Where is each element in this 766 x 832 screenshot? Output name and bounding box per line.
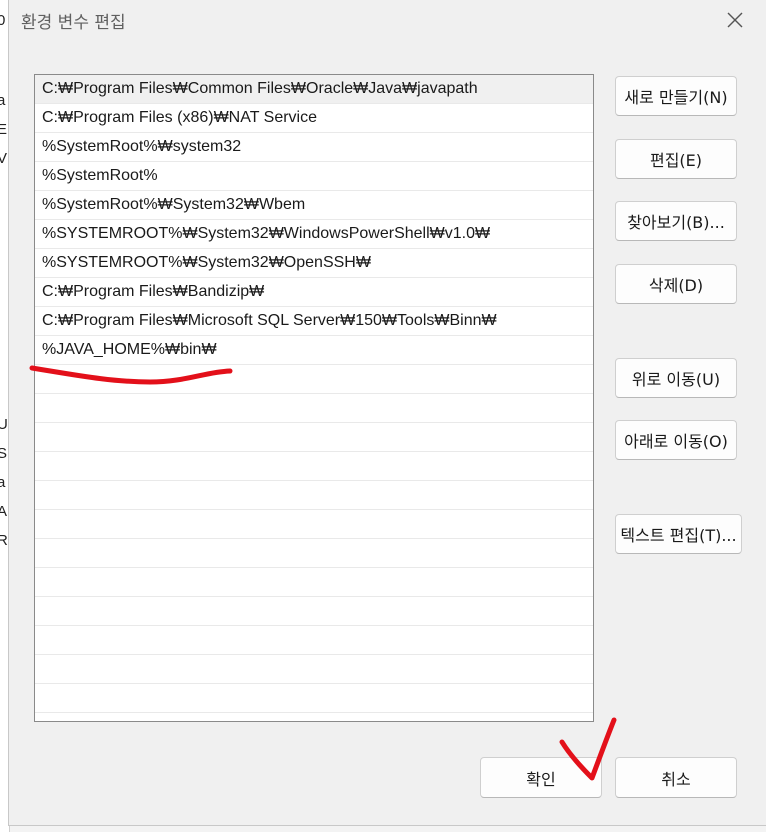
- path-row[interactable]: [35, 481, 593, 510]
- dialog-title: 환경 변수 편집: [21, 13, 126, 33]
- path-row[interactable]: [35, 452, 593, 481]
- path-row[interactable]: C:₩Program Files₩Microsoft SQL Server₩15…: [35, 307, 593, 336]
- background-text: E: [0, 121, 7, 138]
- background-text: a: [0, 474, 5, 491]
- background-text: A: [0, 503, 7, 520]
- edit-text-button[interactable]: 텍스트 편집(T)...: [615, 514, 742, 554]
- path-row[interactable]: [35, 394, 593, 423]
- browse-button[interactable]: 찾아보기(B)...: [615, 201, 737, 241]
- edit-button[interactable]: 편집(E): [615, 139, 737, 179]
- background-text: R: [0, 532, 8, 549]
- background-text: V: [0, 150, 7, 167]
- background-text: 0: [0, 12, 5, 29]
- path-row[interactable]: C:₩Program Files₩Common Files₩Oracle₩Jav…: [35, 75, 593, 104]
- path-row[interactable]: %SystemRoot%: [35, 162, 593, 191]
- path-row[interactable]: [35, 568, 593, 597]
- path-row[interactable]: %SystemRoot%₩system32: [35, 133, 593, 162]
- cancel-button[interactable]: 취소: [615, 757, 737, 798]
- path-row[interactable]: %SYSTEMROOT%₩System32₩WindowsPowerShell₩…: [35, 220, 593, 249]
- ok-button[interactable]: 확인: [480, 757, 602, 798]
- new-button[interactable]: 새로 만들기(N): [615, 76, 737, 116]
- path-row[interactable]: [35, 655, 593, 684]
- path-row[interactable]: C:₩Program Files₩Bandizip₩: [35, 278, 593, 307]
- path-row[interactable]: [35, 684, 593, 713]
- close-icon: [727, 12, 743, 28]
- path-row[interactable]: C:₩Program Files (x86)₩NAT Service: [35, 104, 593, 133]
- background-text: U: [0, 416, 8, 433]
- path-row[interactable]: %SYSTEMROOT%₩System32₩OpenSSH₩: [35, 249, 593, 278]
- background-text: I: [0, 62, 1, 79]
- move-down-button[interactable]: 아래로 이동(O): [615, 420, 737, 460]
- path-row[interactable]: [35, 365, 593, 394]
- background-text: a: [0, 92, 5, 109]
- move-up-button[interactable]: 위로 이동(U): [615, 358, 737, 398]
- delete-button[interactable]: 삭제(D): [615, 264, 737, 304]
- path-row[interactable]: %SystemRoot%₩System32₩Wbem: [35, 191, 593, 220]
- path-row[interactable]: [35, 626, 593, 655]
- path-list[interactable]: C:₩Program Files₩Common Files₩Oracle₩Jav…: [34, 74, 594, 722]
- edit-environment-variable-dialog: 환경 변수 편집 C:₩Program Files₩Common Files₩O…: [8, 0, 766, 826]
- close-button[interactable]: [717, 4, 753, 36]
- path-row[interactable]: [35, 510, 593, 539]
- background-text: S: [0, 445, 7, 462]
- path-row[interactable]: %JAVA_HOME%₩bin₩: [35, 336, 593, 365]
- path-row[interactable]: [35, 597, 593, 626]
- path-row[interactable]: [35, 423, 593, 452]
- path-row[interactable]: [35, 539, 593, 568]
